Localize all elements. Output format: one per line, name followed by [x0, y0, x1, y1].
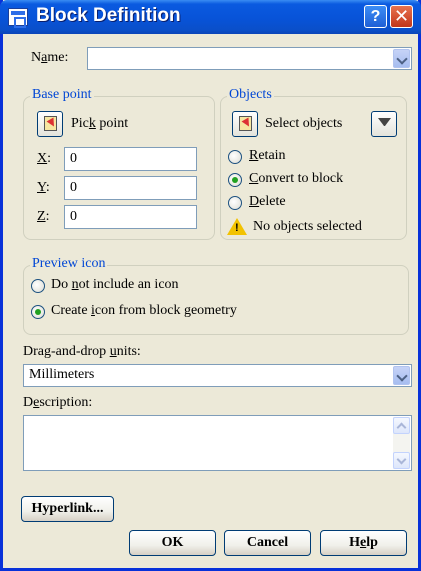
create-icon-radio[interactable] [31, 305, 45, 319]
title-bar[interactable]: Block Definition ? ✕ [0, 0, 421, 34]
cancel-button[interactable]: Cancel [224, 530, 311, 556]
help-button[interactable]: Help [320, 530, 407, 556]
create-icon-label[interactable]: Create icon from block geometry [51, 303, 237, 319]
delete-label[interactable]: Delete [249, 194, 286, 210]
hyperlink-button[interactable]: Hyperlink... [21, 496, 114, 522]
select-cursor-icon [239, 116, 252, 131]
units-value: Millimeters [29, 367, 95, 382]
description-textarea[interactable] [23, 415, 412, 471]
select-objects-label[interactable]: Select objects [265, 116, 342, 132]
y-label: Y: [37, 180, 50, 195]
y-input[interactable]: 0 [64, 176, 197, 200]
objects-status-text: No objects selected [253, 219, 362, 234]
window-title: Block Definition [36, 5, 181, 26]
no-icon-radio[interactable] [31, 279, 45, 293]
pick-point-button[interactable] [37, 111, 63, 137]
delete-radio[interactable] [228, 196, 242, 210]
retain-radio[interactable] [228, 150, 242, 164]
preview-icon-group: Preview icon [23, 256, 409, 335]
chevron-down-icon[interactable] [393, 366, 410, 385]
title-help-button[interactable]: ? [364, 5, 387, 28]
description-scrollbar[interactable] [393, 417, 410, 469]
retain-label[interactable]: Retain [249, 148, 286, 164]
name-label: Name: [31, 50, 69, 65]
convert-to-block-label[interactable]: Convert to block [249, 171, 343, 187]
scroll-up-icon[interactable] [393, 417, 410, 434]
name-combobox[interactable] [87, 47, 412, 70]
ok-button[interactable]: OK [129, 530, 216, 556]
z-label: Z: [37, 209, 50, 224]
x-input[interactable]: 0 [64, 147, 197, 171]
description-label: Description: [23, 395, 93, 410]
close-button[interactable]: ✕ [390, 5, 413, 28]
quick-select-button[interactable] [371, 111, 397, 137]
x-label: X: [37, 151, 52, 166]
no-icon-label[interactable]: Do not include an icon [51, 277, 179, 293]
pick-point-label[interactable]: Pick point [71, 116, 128, 132]
base-point-title: Base point [30, 87, 94, 103]
z-input[interactable]: 0 [64, 205, 197, 229]
pick-cursor-icon [44, 116, 57, 131]
objects-title: Objects [227, 87, 274, 103]
convert-to-block-radio[interactable] [228, 173, 242, 187]
chevron-down-icon[interactable] [393, 49, 410, 68]
select-objects-button[interactable] [232, 111, 258, 137]
block-definition-dialog: Block Definition ? ✕ Name: Base point Pi… [0, 0, 421, 571]
scroll-down-icon[interactable] [393, 452, 410, 469]
units-combobox[interactable]: Millimeters [23, 364, 412, 387]
block-app-icon [8, 8, 28, 28]
units-label: Drag-and-drop units: [23, 344, 141, 359]
funnel-icon [378, 118, 391, 131]
warning-exclamation: ! [235, 222, 239, 234]
preview-icon-title: Preview icon [30, 256, 108, 272]
